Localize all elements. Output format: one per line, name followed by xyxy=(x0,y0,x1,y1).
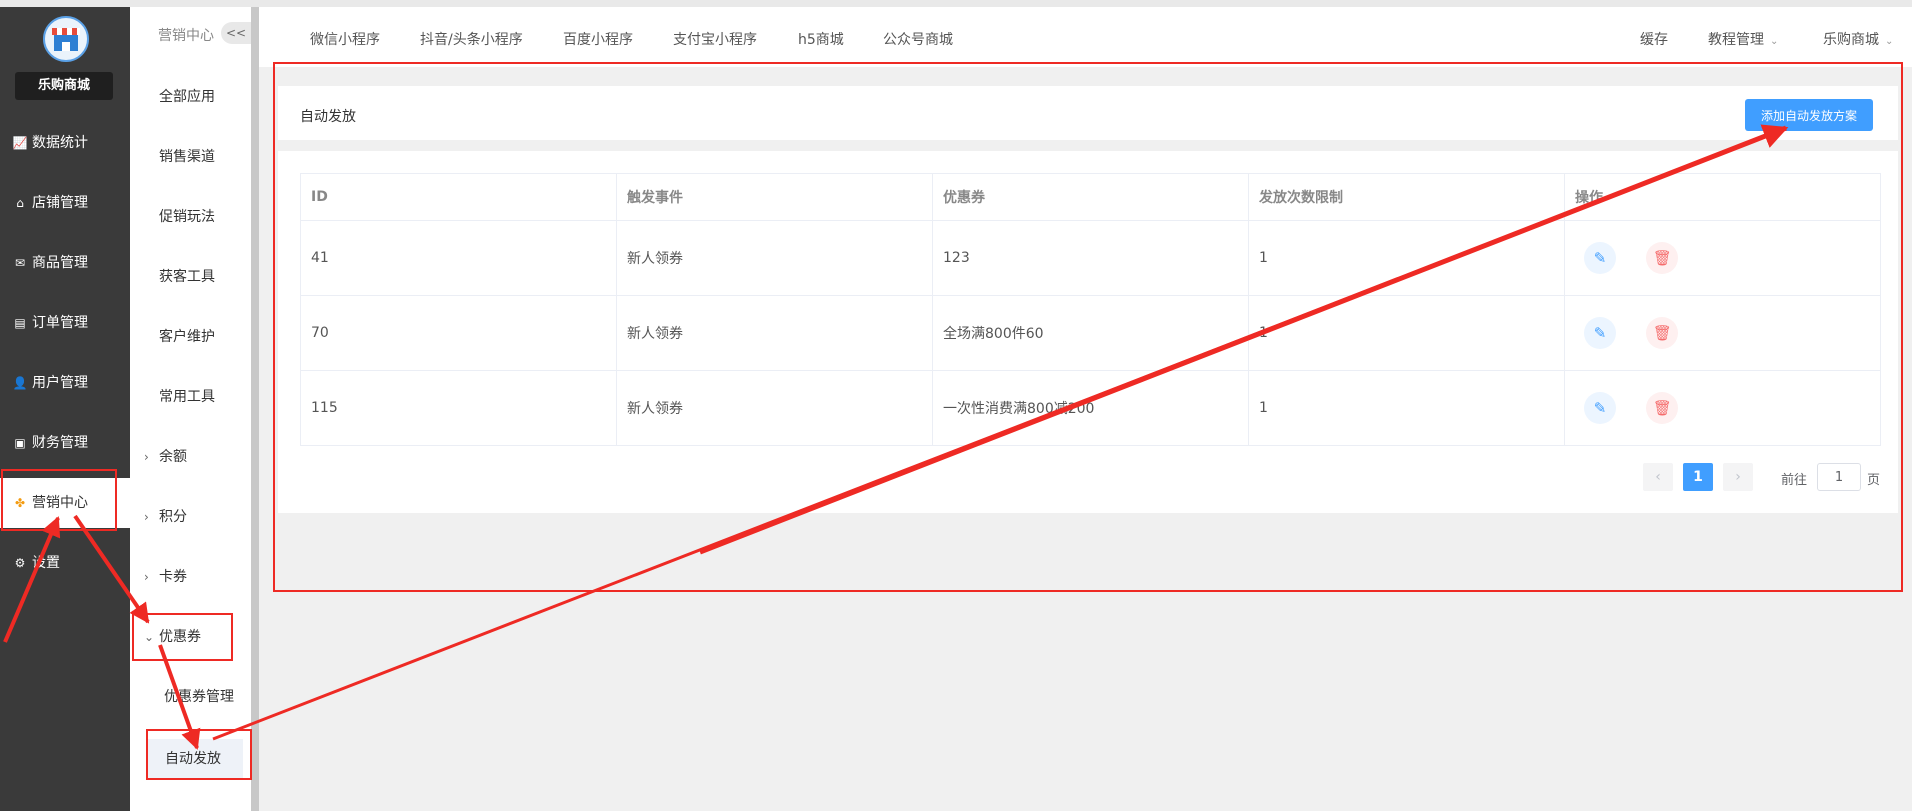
chevron-right-icon: › xyxy=(144,570,149,584)
brand-name: 乐购商城 xyxy=(15,72,113,100)
submenu-item-sales-channels[interactable]: 销售渠道 xyxy=(130,137,251,177)
collapse-submenu-button[interactable]: << xyxy=(221,22,251,44)
chevron-right-icon: › xyxy=(144,450,149,464)
tab-baidu-miniprogram[interactable]: 百度小程序 xyxy=(563,29,633,49)
sidebar-item-users[interactable]: 👤 用户管理 xyxy=(0,358,130,408)
store-logo-icon[interactable] xyxy=(43,16,89,62)
window-top-strip xyxy=(0,0,1912,7)
submenu-item-acquisition-tools[interactable]: 获客工具 xyxy=(130,257,251,297)
submenu-item-cards[interactable]: › 卡券 xyxy=(130,557,251,597)
top-navigation: 微信小程序 抖音/头条小程序 百度小程序 支付宝小程序 h5商城 公众号商城 缓… xyxy=(259,7,1912,67)
clipboard-icon: ▤ xyxy=(14,316,26,330)
gear-icon: ⚙ xyxy=(14,556,26,570)
user-icon: 👤 xyxy=(12,376,28,390)
submenu-header: 营销中心 xyxy=(158,28,214,44)
submenu-item-common-tools[interactable]: 常用工具 xyxy=(130,377,251,417)
submenu-item-promotions[interactable]: 促销玩法 xyxy=(130,197,251,237)
submenu-item-all-apps[interactable]: 全部应用 xyxy=(130,77,251,117)
store-icon: ⌂ xyxy=(16,196,24,210)
tab-wechat-miniprogram[interactable]: 微信小程序 xyxy=(310,29,380,49)
submenu-item-customer-care[interactable]: 客户维护 xyxy=(130,317,251,357)
cache-link[interactable]: 缓存 xyxy=(1640,29,1668,49)
marketing-submenu: 营销中心 << 全部应用 销售渠道 促销玩法 获客工具 客户维护 常用工具 › … xyxy=(130,7,259,811)
chevron-right-icon: › xyxy=(144,510,149,524)
sidebar-item-orders[interactable]: ▤ 订单管理 xyxy=(0,298,130,348)
submenu-item-balance[interactable]: › 余额 xyxy=(130,437,251,477)
sidebar-item-statistics[interactable]: 📈 数据统计 xyxy=(0,118,130,168)
main-sidebar: 乐购商城 📈 数据统计 ⌂ 店铺管理 ✉ 商品管理 ▤ 订单管理 👤 用户管理 … xyxy=(0,7,130,811)
sidebar-item-settings[interactable]: ⚙ 设置 xyxy=(0,538,130,588)
chevron-down-icon: ⌄ xyxy=(1885,36,1894,47)
annotation-box-main-panel xyxy=(273,62,1903,592)
annotation-box-marketing xyxy=(1,469,117,531)
tab-h5-mall[interactable]: h5商城 xyxy=(798,29,844,49)
sidebar-item-finance[interactable]: ▣ 财务管理 xyxy=(0,418,130,468)
sidebar-item-products[interactable]: ✉ 商品管理 xyxy=(0,238,130,288)
annotation-box-coupons xyxy=(132,613,233,661)
submenu-item-points[interactable]: › 积分 xyxy=(130,497,251,537)
chevron-down-icon: ⌄ xyxy=(1770,36,1779,47)
sidebar-item-store[interactable]: ⌂ 店铺管理 xyxy=(0,178,130,228)
line-chart-icon: 📈 xyxy=(12,136,28,150)
tab-alipay-miniprogram[interactable]: 支付宝小程序 xyxy=(673,29,757,49)
archive-icon: ▣ xyxy=(14,436,26,450)
tab-official-account-mall[interactable]: 公众号商城 xyxy=(883,29,953,49)
tab-douyin-miniprogram[interactable]: 抖音/头条小程序 xyxy=(420,29,523,49)
tutorial-management-menu[interactable]: 教程管理 ⌄ xyxy=(1708,29,1778,49)
annotation-box-auto-issue xyxy=(146,729,252,780)
submenu-item-coupon-management[interactable]: 优惠券管理 xyxy=(130,677,251,717)
envelope-icon: ✉ xyxy=(14,256,26,270)
account-menu[interactable]: 乐购商城 ⌄ xyxy=(1823,29,1893,49)
